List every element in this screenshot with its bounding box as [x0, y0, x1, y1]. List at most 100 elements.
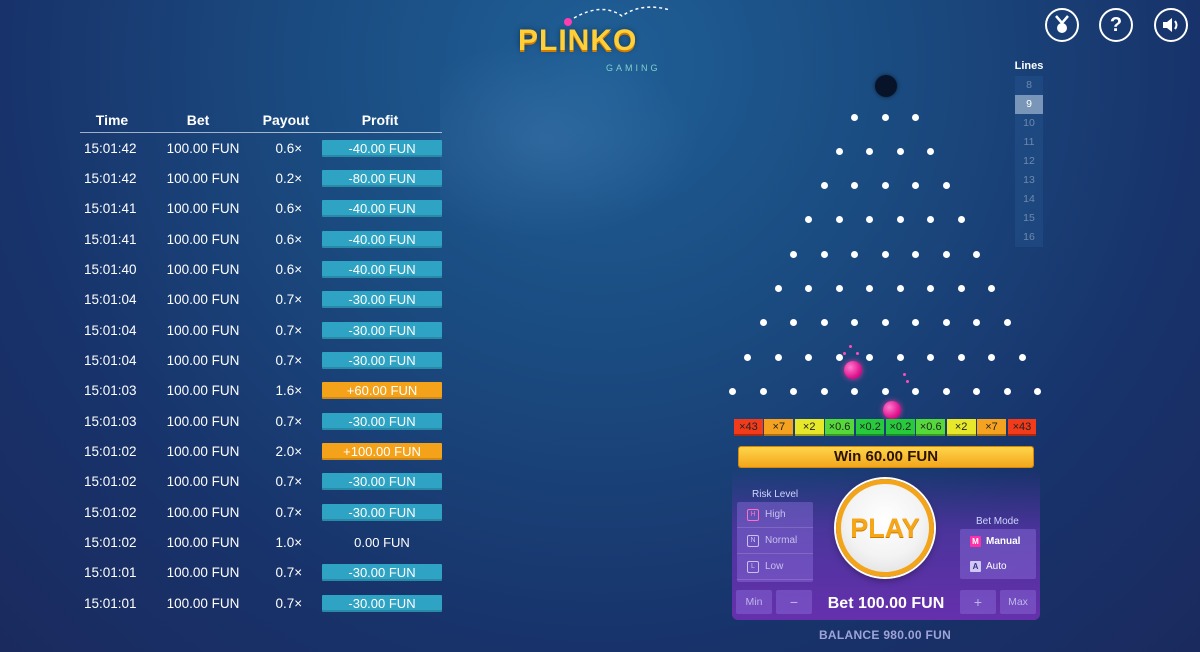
peg: [1034, 387, 1041, 395]
row-bet: 100.00 FUN: [166, 504, 240, 520]
row-payout: 0.7×: [275, 322, 303, 338]
row-profit: -40.00 FUN: [322, 139, 442, 157]
multiplier-slot: ×43: [734, 419, 763, 436]
peg: [866, 353, 874, 361]
row-time: 15:01:41: [84, 231, 137, 247]
risk-option-label: Normal: [765, 535, 798, 546]
ball-spark: [849, 345, 852, 348]
lines-option[interactable]: 16: [1015, 228, 1043, 247]
table-row: 15:01:01 100.00 FUN 0.7× -30.00 FUN: [80, 558, 442, 588]
peg: [759, 387, 767, 395]
help-icon[interactable]: ?: [1099, 8, 1133, 42]
play-button[interactable]: PLAY: [836, 479, 934, 577]
row-payout: 0.7×: [275, 474, 303, 490]
peg: [820, 182, 828, 190]
table-row: 15:01:04 100.00 FUN 0.7× -30.00 FUN: [80, 345, 442, 375]
row-time: 15:01:04: [84, 322, 137, 338]
row-profit-cell: -40.00 FUN: [322, 230, 442, 248]
risk-option-low[interactable]: L Low: [737, 554, 813, 580]
peg: [790, 250, 797, 258]
peg: [957, 216, 965, 224]
table-row: 15:01:03 100.00 FUN 1.6× +60.00 FUN: [80, 376, 442, 406]
peg: [835, 147, 843, 155]
lines-option[interactable]: 10: [1015, 114, 1043, 133]
peg: [942, 319, 950, 327]
table-row: 15:01:42 100.00 FUN 0.2× -80.00 FUN: [80, 163, 442, 193]
risk-low-icon: L: [747, 560, 759, 573]
peg: [1003, 319, 1011, 327]
history-header-row: Time Bet Payout Profit: [80, 108, 442, 133]
risk-option-label: Low: [765, 561, 784, 572]
peg: [820, 319, 828, 327]
ball: [883, 401, 901, 419]
bet-plus-button[interactable]: +: [960, 590, 996, 614]
lines-option[interactable]: 12: [1015, 152, 1043, 171]
peg: [957, 353, 965, 361]
row-profit-cell: -30.00 FUN: [322, 503, 442, 521]
row-profit: +100.00 FUN: [322, 443, 442, 461]
bet-minus-button[interactable]: −: [776, 590, 812, 614]
row-time: 15:01:42: [84, 140, 137, 156]
row-time: 15:01:04: [84, 353, 137, 369]
row-payout: 0.7×: [275, 565, 303, 581]
row-bet: 100.00 FUN: [166, 474, 240, 490]
peg: [866, 147, 874, 155]
peg: [851, 182, 858, 190]
mode-auto-icon: A: [970, 561, 981, 572]
lines-title: Lines: [1014, 60, 1044, 72]
row-bet: 100.00 FUN: [166, 231, 240, 247]
risk-level-title: Risk Level: [752, 489, 799, 500]
peg: [942, 250, 950, 258]
peg: [973, 387, 980, 395]
peg: [805, 216, 813, 224]
peg: [805, 285, 813, 292]
row-profit-cell: +100.00 FUN: [322, 443, 442, 461]
bet-min-button[interactable]: Min: [736, 590, 772, 614]
peg: [835, 216, 843, 224]
multiplier-row: ×43 ×7 ×2 ×0.6 ×0.2 ×0.2 ×0.6 ×2 ×7 ×43: [734, 419, 1037, 436]
peg: [729, 387, 736, 395]
risk-option-high[interactable]: H High: [737, 502, 813, 528]
lines-option[interactable]: 11: [1015, 133, 1043, 152]
lines-option[interactable]: 14: [1015, 190, 1043, 209]
peg: [835, 285, 843, 292]
row-profit: -40.00 FUN: [322, 261, 442, 279]
lines-option[interactable]: 13: [1015, 171, 1043, 190]
risk-option-normal[interactable]: N Normal: [737, 528, 813, 554]
row-bet: 100.00 FUN: [166, 353, 240, 369]
peg: [1003, 387, 1011, 395]
row-bet: 100.00 FUN: [166, 383, 240, 399]
row-time: 15:01:02: [84, 444, 137, 460]
row-bet: 100.00 FUN: [166, 535, 240, 551]
lines-selector: Lines 8 9 10 11 12 13 14 15 16: [1012, 60, 1046, 247]
bet-mode-option-auto[interactable]: A Auto: [960, 554, 1036, 579]
row-payout: 0.6×: [275, 201, 303, 217]
multiplier-slot: ×43: [1007, 419, 1037, 436]
row-payout: 0.7×: [275, 413, 303, 429]
row-time: 15:01:41: [84, 201, 137, 217]
sound-icon[interactable]: [1154, 8, 1188, 42]
bet-mode-option-manual[interactable]: M Manual: [960, 529, 1036, 554]
multiplier-slot: ×0.2: [855, 419, 885, 436]
header-payout: Payout: [262, 112, 310, 128]
play-label: PLAY: [850, 512, 920, 543]
table-row: 15:01:40 100.00 FUN 0.6× -40.00 FUN: [80, 254, 442, 284]
peg: [851, 250, 858, 258]
row-time: 15:01:02: [84, 535, 137, 551]
multiplier-slot: ×0.2: [885, 419, 915, 436]
ball-spark: [843, 352, 846, 355]
row-profit-cell: -30.00 FUN: [322, 473, 442, 491]
lines-option[interactable]: 8: [1015, 76, 1043, 95]
lines-option[interactable]: 15: [1015, 209, 1043, 228]
peg: [881, 250, 889, 258]
medal-icon[interactable]: [1045, 8, 1079, 42]
peg: [988, 353, 996, 361]
row-profit: +60.00 FUN: [322, 382, 442, 400]
header-time: Time: [95, 112, 129, 128]
lines-option[interactable]: 9: [1015, 95, 1043, 114]
bet-max-button[interactable]: Max: [1000, 590, 1036, 614]
row-time: 15:01:01: [84, 595, 137, 611]
header-bet: Bet: [186, 112, 210, 128]
peg: [820, 250, 828, 258]
row-profit-cell: -40.00 FUN: [322, 139, 442, 157]
